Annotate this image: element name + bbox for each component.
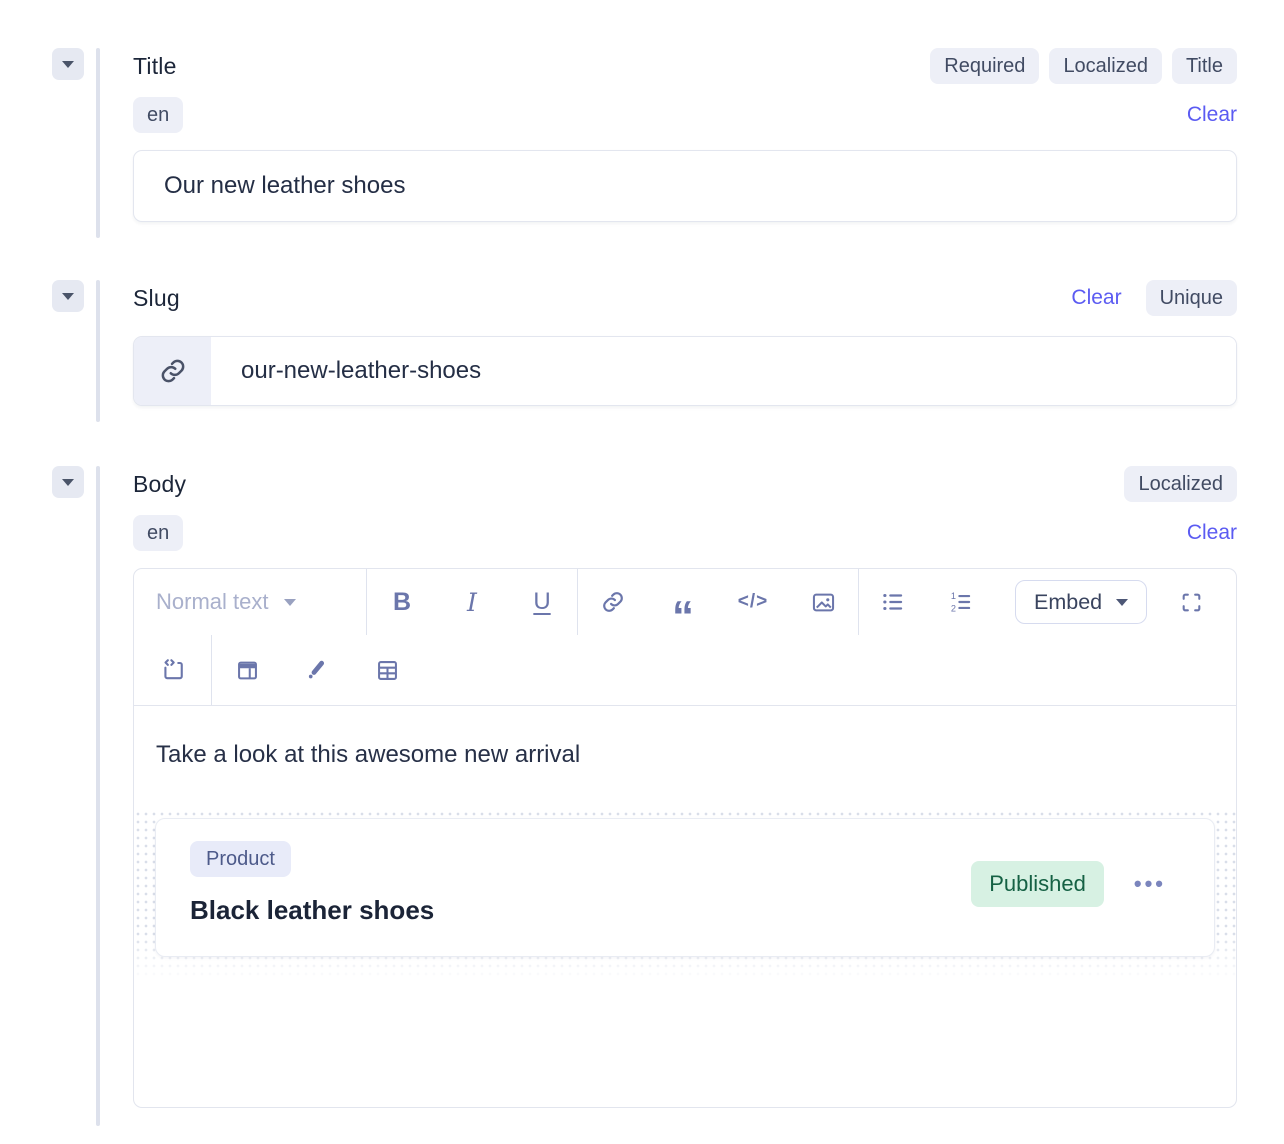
section-rule [96,466,100,1126]
editor-content-area[interactable]: Take a look at this awesome new arrival … [134,706,1236,981]
underline-icon: U [533,588,550,616]
section-rule [96,48,100,238]
code-embed-block-button[interactable] [134,635,211,705]
embed-dropdown-button[interactable]: Embed [1015,580,1147,624]
numbered-list-button[interactable]: 1 2 [927,569,995,635]
unique-badge: Unique [1146,280,1237,316]
title-field-gutter [0,48,133,222]
panel-layout-button[interactable] [212,635,282,705]
slug-addon [134,337,211,405]
title-type-badge: Title [1172,48,1237,84]
collapse-slug-button[interactable] [52,280,84,312]
locale-badge-en: en [133,515,183,551]
chevron-down-icon [284,599,296,606]
embed-button-label: Embed [1034,590,1102,615]
collapse-title-button[interactable] [52,48,84,80]
model-type-badge: Product [190,841,291,877]
image-icon [810,589,837,616]
blockquote-button[interactable]: “ [648,569,718,635]
title-field-label: Title [133,53,177,80]
svg-text:2: 2 [951,603,956,613]
body-field-gutter [0,466,133,1108]
table-icon [374,657,401,684]
svg-text:1: 1 [951,591,956,601]
code-icon: </> [738,591,768,613]
locale-badge-en: en [133,97,183,133]
italic-button[interactable]: I [437,569,507,635]
paragraph-style-label: Normal text [156,589,268,615]
panel-layout-icon [234,657,261,684]
content-form: Title Required Localized Title en Clear [0,0,1284,1108]
bullet-list-button[interactable] [859,569,927,635]
section-rule [96,280,100,422]
body-paragraph[interactable]: Take a look at this awesome new arrival [156,740,1214,770]
embed-entry-title: Black leather shoes [190,895,434,926]
title-field-section: Title Required Localized Title en Clear [0,48,1284,222]
paragraph-style-dropdown[interactable]: Normal text [134,569,366,635]
bullet-list-icon [880,589,906,615]
body-field-label: Body [133,471,186,498]
embedded-entry-card[interactable]: Product Black leather shoes Published ••… [155,818,1215,957]
underline-button[interactable]: U [507,569,577,635]
ellipsis-icon: ••• [1134,871,1166,896]
brush-icon [304,657,330,683]
code-button[interactable]: </> [718,569,788,635]
slug-input[interactable] [211,337,1236,405]
triangle-down-icon [62,293,74,300]
localized-badge: Localized [1124,466,1237,502]
image-button[interactable] [788,569,858,635]
triangle-down-icon [62,61,74,68]
editor-toolbar-row-2 [134,635,1236,706]
embed-card-info: Product Black leather shoes [190,841,434,926]
title-input[interactable] [133,150,1237,222]
table-button[interactable] [352,635,422,705]
numbered-list-icon: 1 2 [948,589,974,615]
triangle-down-icon [62,479,74,486]
clear-title-link[interactable]: Clear [1187,103,1237,127]
fullscreen-icon [1179,590,1204,615]
required-badge: Required [930,48,1039,84]
clear-slug-link[interactable]: Clear [1071,286,1121,310]
ellipsis-menu-button[interactable]: ••• [1130,867,1170,901]
chain-link-icon [158,356,188,386]
brush-button[interactable] [282,635,352,705]
collapse-body-button[interactable] [52,466,84,498]
link-icon [600,589,626,615]
slug-input-group [133,336,1237,406]
published-status-badge: Published [971,861,1104,907]
slug-field-label: Slug [133,285,180,312]
clear-body-link[interactable]: Clear [1187,521,1237,545]
slug-field-gutter [0,280,133,406]
bold-icon: B [393,588,411,617]
rich-text-editor: Normal text B I U [133,568,1237,1108]
chevron-down-icon [1116,599,1128,606]
slug-field-section: Slug Clear Unique [0,280,1284,406]
link-button[interactable] [578,569,648,635]
bold-button[interactable]: B [367,569,437,635]
editor-toolbar-row-1: Normal text B I U [134,569,1236,635]
code-embed-block-icon [159,656,187,684]
body-field-section: Body Localized en Clear Normal text [0,466,1284,1108]
blockquote-icon: “ [672,595,694,625]
embed-block: Product Black leather shoes Published ••… [134,810,1236,981]
fullscreen-button[interactable] [1161,569,1221,635]
italic-icon: I [467,588,477,617]
localized-badge: Localized [1049,48,1162,84]
